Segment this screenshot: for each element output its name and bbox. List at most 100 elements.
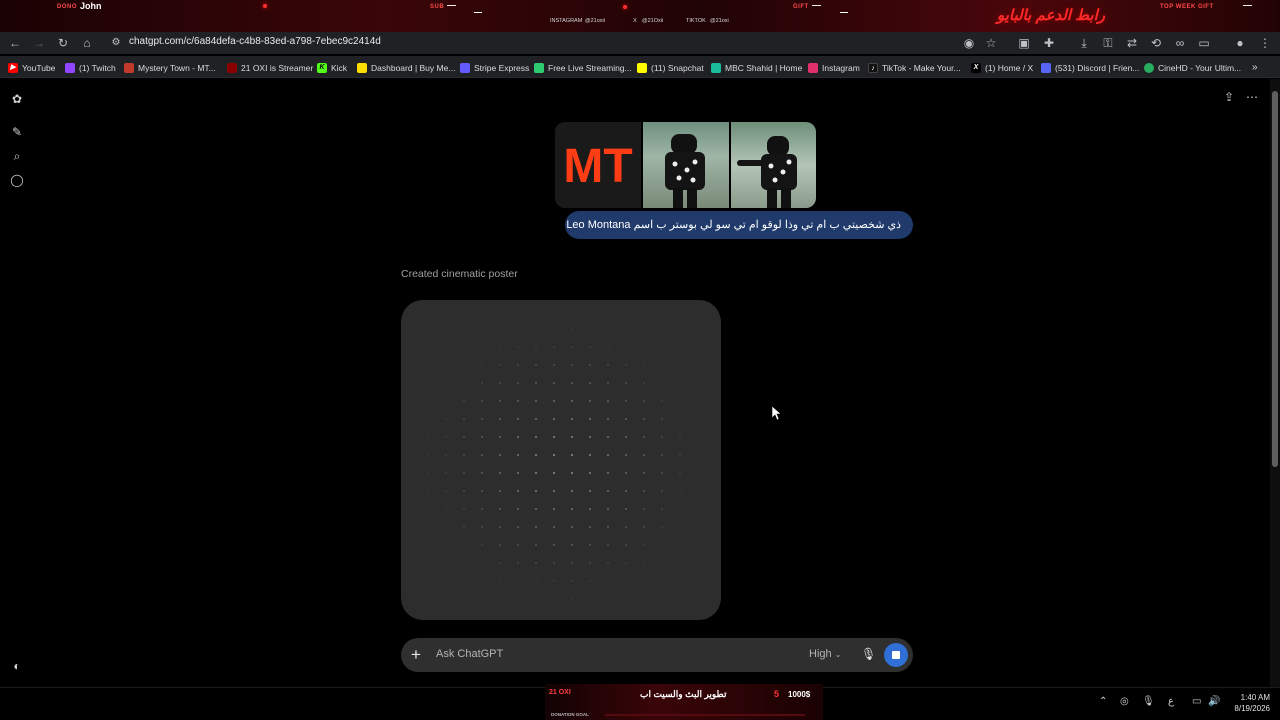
tray-app-icon[interactable]: ◎ [1120, 696, 1129, 707]
bookmark-tiktok[interactable]: ♪ TikTok - Make Your... [868, 61, 961, 74]
address-bar[interactable]: chatgpt.com/c/6a84defa-c4b8-83ed-a798-7e… [129, 36, 381, 47]
network-icon[interactable]: ▭ [1192, 696, 1201, 707]
prompt-input[interactable]: Ask ChatGPT [436, 648, 503, 660]
volume-icon[interactable]: 🔊 [1208, 696, 1220, 707]
search-icon[interactable]: ⌕ [9, 148, 25, 164]
loading-dot [625, 436, 627, 438]
link-icon[interactable]: ∞ [1172, 35, 1188, 51]
bookmark-star-icon[interactable]: ☆ [983, 35, 999, 51]
image-generation-status: Created cinematic poster [401, 268, 518, 280]
loading-dot [463, 454, 465, 456]
back-icon[interactable]: ← [7, 35, 23, 51]
loading-dot [553, 580, 555, 582]
overlay-social-label: X [633, 18, 637, 24]
uploaded-character-image-1[interactable] [643, 122, 729, 208]
overlay-label-sub: SUB [430, 4, 445, 10]
bookmark-snapchat[interactable]: (11) Snapchat [637, 61, 704, 74]
loading-dot [481, 400, 483, 402]
overlay-value-sub: — [447, 0, 456, 10]
loading-dot [517, 454, 519, 456]
openai-logo-icon[interactable]: ✿ [9, 91, 25, 107]
bookmark-youtube[interactable]: ▶ YouTube [8, 61, 55, 74]
loading-dot [661, 418, 663, 420]
home-icon[interactable]: ⌂ [79, 35, 95, 51]
loading-dot [535, 544, 537, 546]
user-avatar-icon[interactable]: ◐ [9, 658, 25, 674]
loading-dot [607, 328, 609, 330]
loading-dot [481, 490, 483, 492]
page-scrollbar[interactable] [1270, 79, 1280, 687]
eye-off-icon[interactable]: ◉ [961, 35, 977, 51]
loading-dot [571, 598, 573, 600]
loading-dot [499, 418, 501, 420]
bookmark-kick[interactable]: K Kick [317, 61, 347, 74]
loading-dot [661, 382, 663, 384]
download-icon[interactable]: ⤓ [1076, 35, 1092, 51]
puzzle-icon[interactable]: ✚ [1041, 35, 1057, 51]
bookmark-shahid[interactable]: MBC Shahid | Home [711, 61, 802, 74]
loading-dot [535, 328, 537, 330]
extension-icon[interactable]: ▣ [1016, 35, 1032, 51]
history-icon[interactable]: ⟲ [1148, 35, 1164, 51]
share-icon[interactable]: ⇪ [1221, 90, 1237, 106]
loading-dot [607, 364, 609, 366]
stop-generation-button[interactable] [884, 643, 908, 667]
loading-dot [589, 490, 591, 492]
taskbar-clock[interactable]: 1:40 AM 8/19/2026 [1226, 692, 1270, 714]
key-icon[interactable]: ⚿ [1100, 35, 1116, 51]
loading-dot [679, 490, 681, 492]
forward-icon[interactable]: → [31, 35, 47, 51]
chat-bubble-icon[interactable]: ◯ [9, 172, 25, 188]
card-icon[interactable]: ▭ [1196, 35, 1212, 51]
site-info-icon[interactable]: ⚙ [108, 35, 124, 51]
bookmark-mystery-town[interactable]: Mystery Town - MT... [124, 61, 216, 74]
overlay-label-top-week: TOP WEEK GIFT [1160, 4, 1214, 10]
reasoning-level-select[interactable]: High ⌄ [809, 648, 841, 660]
loading-dot [589, 472, 591, 474]
loading-dot [535, 346, 537, 348]
overlay-dot [623, 5, 627, 9]
loading-dot [463, 490, 465, 492]
overlay-social-handle: @21Oxii [642, 18, 664, 24]
bookmark-free-live-streaming[interactable]: Free Live Streaming... [534, 61, 632, 74]
tray-overflow-icon[interactable]: ⌃ [1099, 696, 1107, 707]
bookmark-discord[interactable]: (531) Discord | Frien... [1041, 61, 1139, 74]
loading-dot [445, 526, 447, 528]
bookmark-stripe[interactable]: Stripe Express [460, 61, 529, 74]
uploaded-character-image-2[interactable] [731, 122, 816, 208]
loading-dot [553, 562, 555, 564]
mt-icon [124, 62, 134, 73]
stream-icon [534, 62, 544, 73]
bookmark-x[interactable]: X (1) Home / X [971, 61, 1033, 74]
loading-dot [625, 580, 627, 582]
microphone-icon[interactable]: 🎙 [861, 647, 876, 661]
scrollbar-thumb[interactable] [1272, 91, 1278, 467]
bookmark-cinehd[interactable]: CineHD - Your Ultim... [1144, 61, 1241, 74]
loading-dot [463, 436, 465, 438]
loading-dot [445, 508, 447, 510]
tray-mic-icon[interactable]: 🎙 [1142, 696, 1155, 707]
bookmark-buymeacoffee[interactable]: Dashboard | Buy Me... [357, 61, 455, 74]
loading-dot [607, 436, 609, 438]
uploaded-logo-image[interactable]: MT [555, 122, 641, 208]
reload-icon[interactable]: ↻ [55, 35, 71, 51]
loading-dot [589, 328, 591, 330]
profile-avatar-icon[interactable]: ● [1232, 35, 1248, 51]
loading-dot [625, 472, 627, 474]
loading-dot [643, 400, 645, 402]
bookmarks-overflow-icon[interactable]: » [1252, 61, 1258, 74]
bookmark-21oxi[interactable]: 21 OXI is Streamer [227, 61, 313, 74]
bookmark-instagram[interactable]: Instagram [808, 61, 860, 74]
generated-image-placeholder[interactable] [401, 300, 721, 620]
loading-dot [625, 400, 627, 402]
input-language[interactable]: ع [1168, 696, 1174, 707]
loading-dot [679, 418, 681, 420]
add-attachment-icon[interactable]: + [411, 646, 421, 663]
translate-icon[interactable]: ⇄ [1124, 35, 1140, 51]
more-options-icon[interactable]: ⋯ [1244, 90, 1260, 106]
browser-menu-icon[interactable]: ⋮ [1257, 35, 1273, 51]
new-chat-icon[interactable]: ✎ [9, 124, 25, 140]
loading-dot [589, 364, 591, 366]
bookmark-twitch[interactable]: (1) Twitch [65, 61, 116, 74]
svg-text:MT: MT [563, 140, 632, 193]
